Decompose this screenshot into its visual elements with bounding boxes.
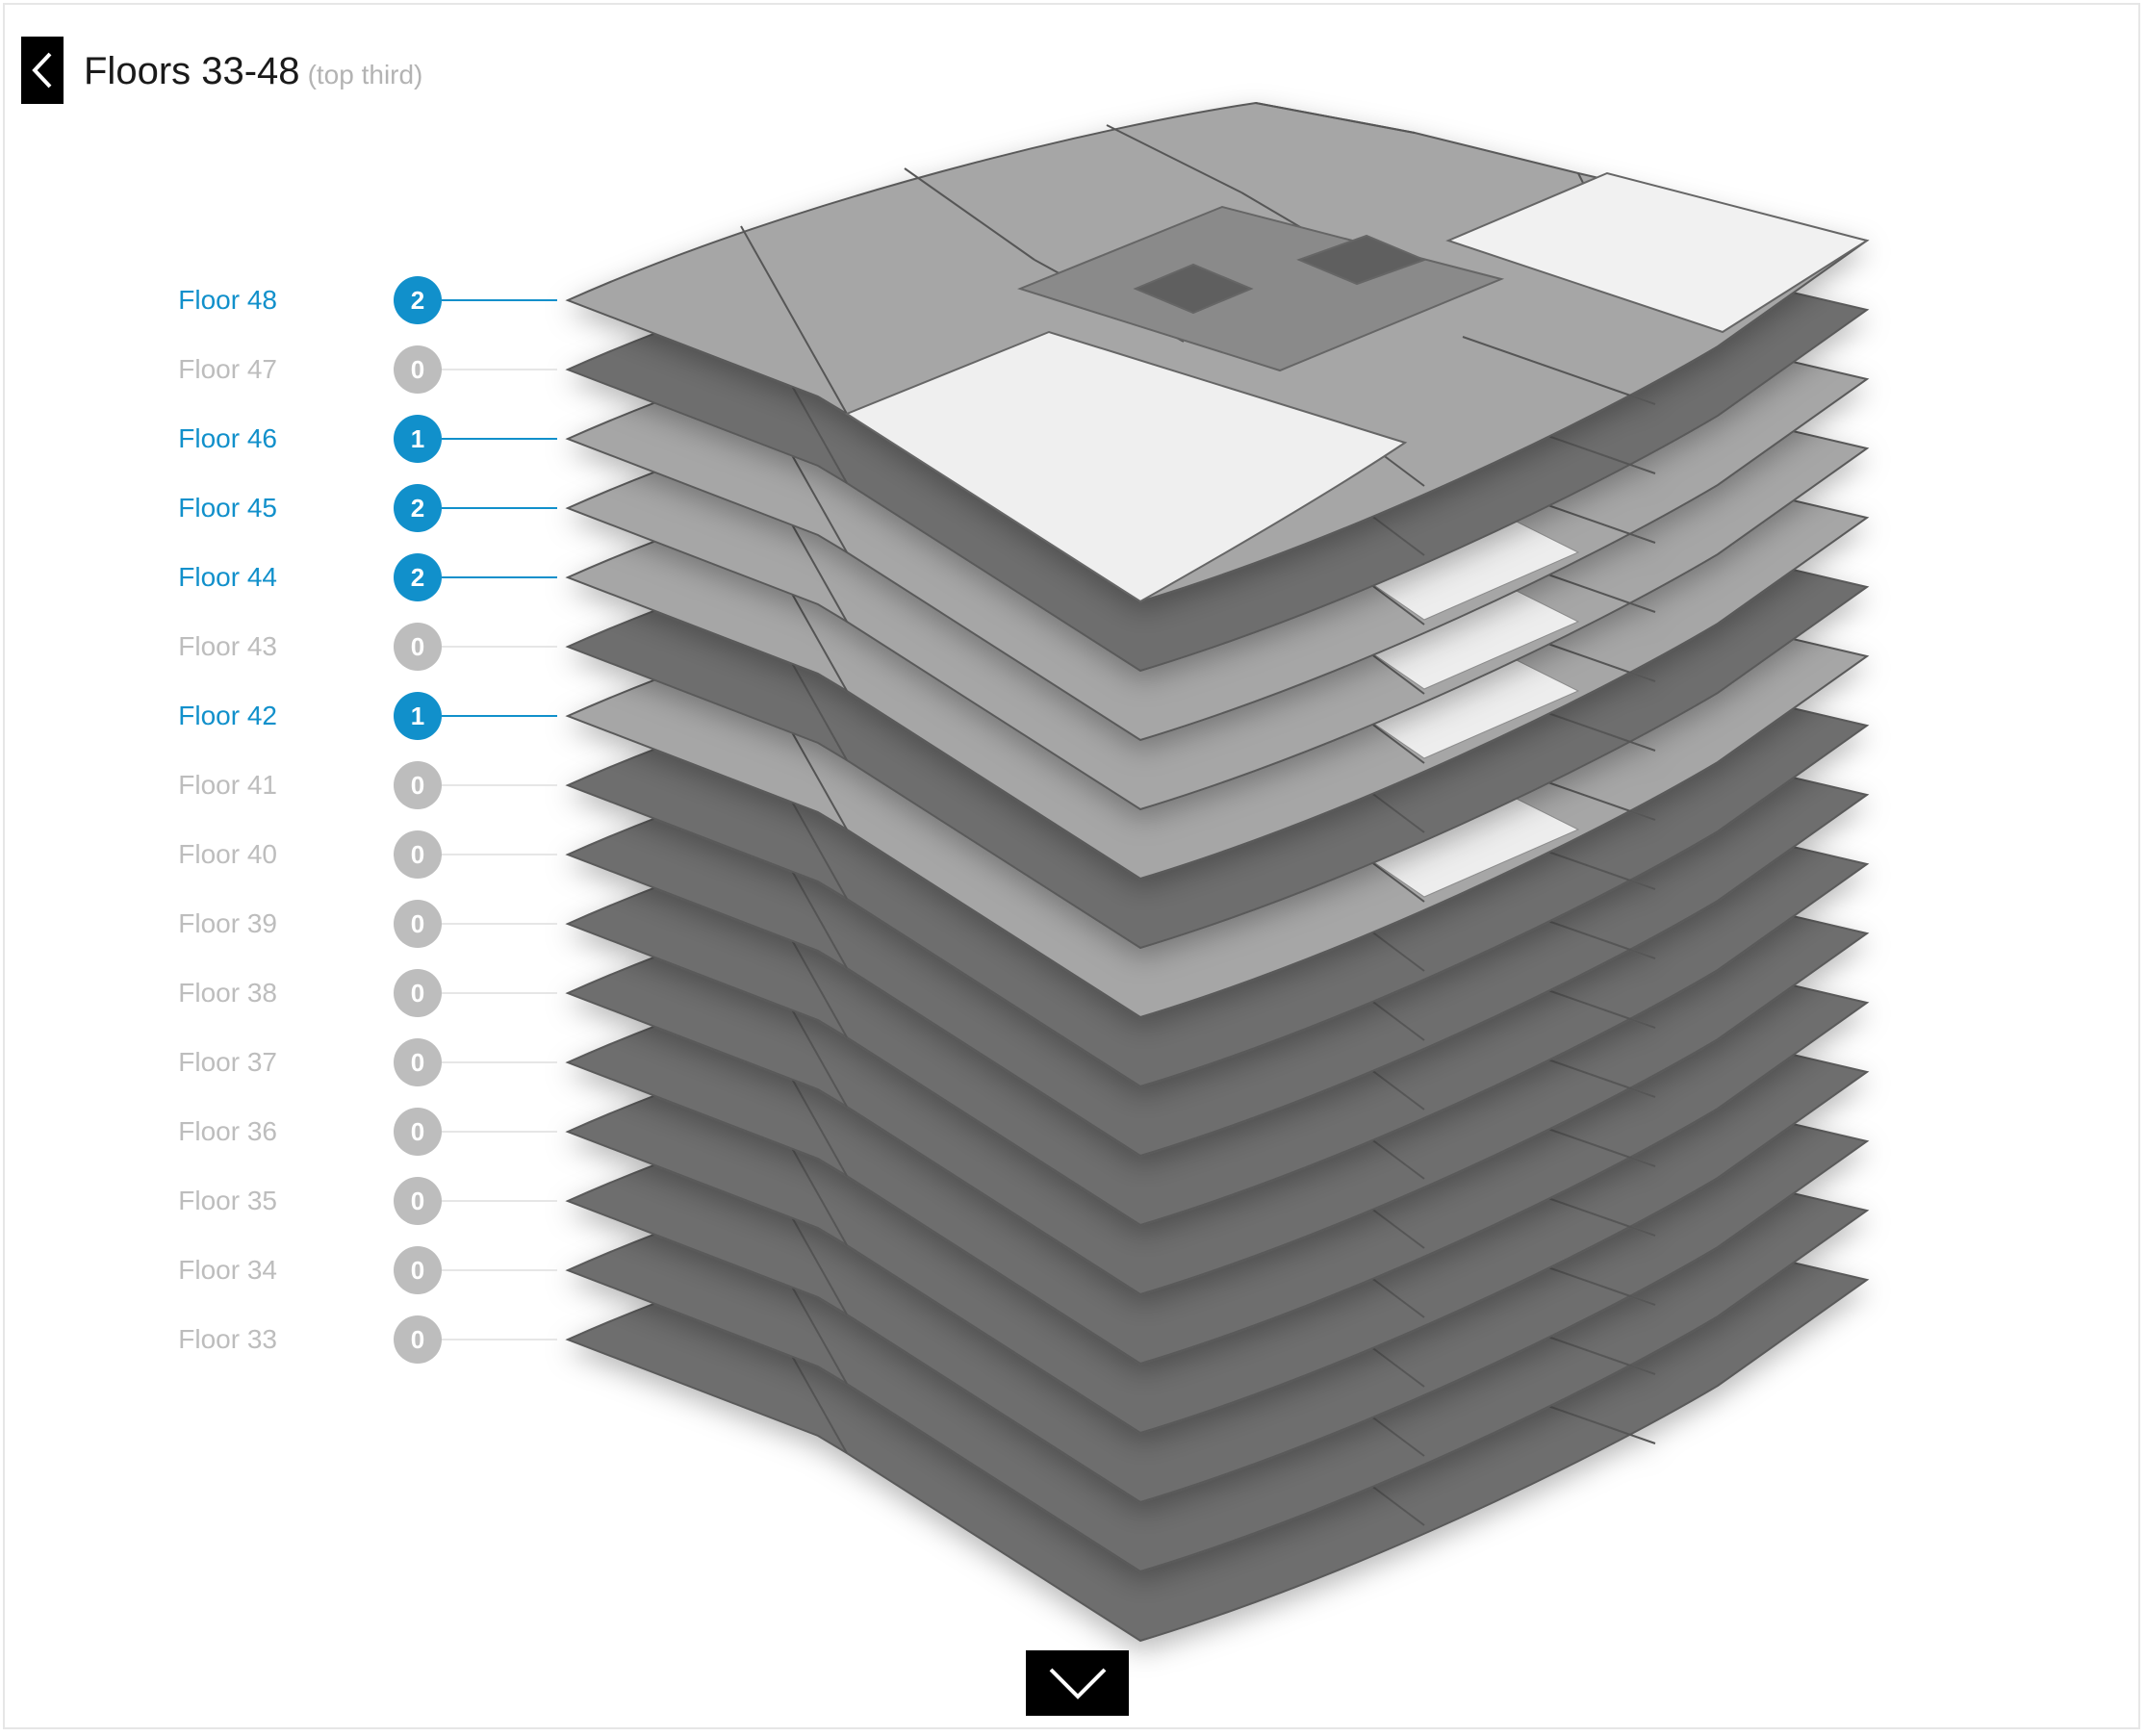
floor-count-badge: 0	[394, 345, 442, 394]
floor-leader-line	[442, 992, 557, 994]
floor-row[interactable]: Floor 36 0	[0, 1106, 577, 1158]
floor-count-badge: 0	[394, 969, 442, 1017]
floor-leader-line	[442, 1061, 557, 1063]
page-title: Floors 33-48 (top third)	[84, 42, 422, 100]
floor-label: Floor 40	[178, 839, 277, 869]
floor-label: Floor 47	[178, 354, 277, 384]
floor-leader-line	[442, 1200, 557, 1202]
floor-count-badge: 0	[394, 1315, 442, 1364]
floor-label: Floor 38	[178, 978, 277, 1008]
floor-leader-line	[442, 1131, 557, 1133]
floor-label: Floor 44	[178, 562, 277, 592]
floor-count-badge: 2	[394, 553, 442, 601]
floor-row[interactable]: Floor 46 1	[0, 413, 577, 465]
floor-leader-line	[442, 646, 557, 648]
floor-label: Floor 46	[178, 423, 277, 453]
floor-label: Floor 41	[178, 770, 277, 800]
floor-row[interactable]: Floor 47 0	[0, 344, 577, 396]
floor-label: Floor 39	[178, 908, 277, 938]
floor-count-badge: 1	[394, 692, 442, 740]
floor-label: Floor 43	[178, 631, 277, 661]
floor-label: Floor 33	[178, 1324, 277, 1354]
floor-leader-line	[442, 1269, 557, 1271]
floor-label: Floor 35	[178, 1186, 277, 1215]
floor-count-badge: 2	[394, 484, 442, 532]
back-button[interactable]	[21, 37, 64, 104]
floor-row[interactable]: Floor 39 0	[0, 898, 577, 950]
floor-leader-line	[442, 784, 557, 786]
floor-label: Floor 45	[178, 493, 277, 523]
floor-row[interactable]: Floor 38 0	[0, 967, 577, 1019]
floor-leader-line	[442, 507, 557, 509]
floor-count-badge: 0	[394, 1038, 442, 1086]
floor-label: Floor 42	[178, 701, 277, 730]
title-subtitle: (top third)	[307, 60, 423, 89]
floor-row[interactable]: Floor 41 0	[0, 759, 577, 811]
floor-row[interactable]: Floor 40 0	[0, 829, 577, 881]
floor-label: Floor 36	[178, 1116, 277, 1146]
floor-row[interactable]: Floor 35 0	[0, 1175, 577, 1227]
floor-count-badge: 0	[394, 900, 442, 948]
floor-row[interactable]: Floor 42 1	[0, 690, 577, 742]
floor-leader-line	[442, 576, 557, 578]
scroll-down-button[interactable]	[1026, 1650, 1129, 1716]
floor-label: Floor 37	[178, 1047, 277, 1077]
floor-row[interactable]: Floor 44 2	[0, 551, 577, 603]
floor-count-badge: 0	[394, 1108, 442, 1156]
floor-label: Floor 48	[178, 285, 277, 315]
floor-row[interactable]: Floor 33 0	[0, 1314, 577, 1366]
floor-row[interactable]: Floor 43 0	[0, 621, 577, 673]
floor-leader-line	[442, 715, 557, 717]
floor-leader-line	[442, 854, 557, 855]
floor-row[interactable]: Floor 37 0	[0, 1036, 577, 1088]
floor-count-badge: 0	[394, 1177, 442, 1225]
floor-leader-line	[442, 369, 557, 370]
floor-row[interactable]: Floor 45 2	[0, 482, 577, 534]
floor-count-badge: 2	[394, 276, 442, 324]
floor-count-badge: 0	[394, 830, 442, 879]
floor-count-badge: 1	[394, 415, 442, 463]
floor-row[interactable]: Floor 48 2	[0, 274, 577, 326]
floor-leader-line	[442, 923, 557, 925]
chevron-left-icon	[32, 52, 52, 89]
floor-count-badge: 0	[394, 623, 442, 671]
floor-row[interactable]: Floor 34 0	[0, 1244, 577, 1296]
floor-leader-line	[442, 438, 557, 440]
floor-leader-line	[442, 299, 557, 301]
floor-count-badge: 0	[394, 761, 442, 809]
floor-label: Floor 34	[178, 1255, 277, 1285]
floor-leader-line	[442, 1339, 557, 1340]
chevron-down-icon	[1049, 1668, 1107, 1699]
floor-count-badge: 0	[394, 1246, 442, 1294]
title-main: Floors 33-48	[84, 50, 300, 92]
